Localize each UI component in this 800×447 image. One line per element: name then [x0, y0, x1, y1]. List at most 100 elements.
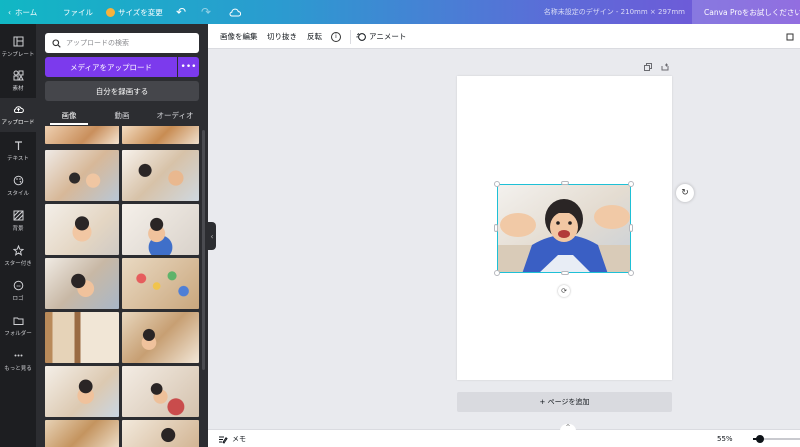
rail-label: スター付き — [4, 261, 32, 267]
image-thumbnail[interactable] — [122, 366, 199, 417]
image-thumbnail[interactable] — [122, 258, 199, 309]
duplicate-page-icon[interactable] — [644, 63, 652, 73]
top-bar: ‹ ホーム ファイル サイズを変更 ↶ ↷ 名称未設定のデザイン - 210mm… — [0, 0, 800, 24]
chevron-left-icon: ‹ — [210, 231, 214, 241]
resize-handle-top[interactable] — [561, 181, 569, 185]
edit-image-button[interactable]: 画像を編集 — [220, 24, 258, 49]
folder-icon — [13, 317, 23, 325]
image-thumbnail[interactable] — [122, 150, 199, 201]
tab-videos[interactable]: 動画 — [98, 106, 146, 124]
rotate-handle-icon[interactable]: ⟳ — [558, 285, 570, 297]
selected-photo[interactable] — [497, 184, 631, 273]
template-icon — [13, 36, 23, 47]
image-thumbnail[interactable] — [45, 204, 119, 255]
add-page-icon[interactable] — [661, 63, 669, 73]
rail-item-upload[interactable]: アップロード — [0, 98, 36, 132]
search-icon — [52, 38, 61, 48]
rail-label: 背景 — [12, 226, 24, 232]
rail-item-starred[interactable]: スター付き — [0, 239, 36, 273]
rail-label: 素材 — [12, 86, 24, 92]
left-rail: テンプレート 素材 アップロード テキスト スタイル 背景 スター付き co ロ — [0, 24, 36, 447]
resize-handle-bottom[interactable] — [561, 271, 569, 275]
rail-label: テキスト — [7, 156, 29, 162]
image-thumbnail[interactable] — [45, 150, 119, 201]
resize-handle-left[interactable] — [494, 224, 498, 232]
zoom-slider-knob[interactable] — [756, 435, 764, 443]
animate-button[interactable]: アニメート — [356, 24, 406, 49]
image-thumbnail[interactable] — [122, 312, 199, 363]
collapse-panel-button[interactable]: ‹ — [208, 222, 216, 250]
rail-item-template[interactable]: テンプレート — [0, 30, 36, 64]
resize-handle-bottom-right[interactable] — [628, 270, 634, 276]
rail-label: テンプレート — [1, 52, 35, 58]
chevron-up-icon[interactable]: ^ — [560, 424, 576, 431]
image-thumbnail[interactable] — [45, 258, 119, 309]
active-tab-indicator — [50, 123, 88, 125]
image-thumbnail[interactable] — [45, 366, 119, 417]
upload-options-button[interactable]: ••• — [178, 57, 199, 77]
animate-icon — [356, 32, 366, 41]
child-photo — [498, 185, 630, 272]
animate-label: アニメート — [369, 32, 407, 41]
rail-item-style[interactable]: スタイル — [0, 169, 36, 203]
panel-scrollbar[interactable] — [202, 130, 205, 370]
media-tabs: 画像 動画 オーディオ — [45, 106, 199, 124]
try-pro-button[interactable]: Canva Proをお試しください — [692, 0, 800, 24]
home-label: ホーム — [15, 7, 38, 17]
image-thumbnail[interactable] — [122, 126, 199, 144]
upload-media-button[interactable]: メディアをアップロード — [45, 57, 177, 77]
star-icon — [12, 245, 24, 256]
zoom-percent[interactable]: 55% — [717, 430, 733, 447]
notes-label: メモ — [232, 435, 246, 443]
tab-audio[interactable]: オーディオ — [151, 106, 199, 124]
resize-handle-top-left[interactable] — [494, 181, 500, 187]
flip-button[interactable]: 反転 — [307, 24, 322, 49]
undo-icon[interactable]: ↶ — [176, 0, 186, 24]
image-thumbnail[interactable] — [45, 312, 119, 363]
resize-handle-right[interactable] — [629, 224, 633, 232]
home-button[interactable]: ‹ ホーム — [8, 0, 37, 24]
chevron-left-icon: ‹ — [8, 7, 11, 17]
palette-icon — [13, 175, 23, 186]
image-thumbnail[interactable] — [45, 126, 119, 144]
rail-label: もっと見る — [4, 366, 32, 372]
tab-images[interactable]: 画像 — [45, 106, 93, 124]
zoom-slider[interactable] — [753, 435, 800, 443]
svg-text:co: co — [16, 284, 20, 288]
info-button[interactable]: i — [331, 24, 341, 49]
resize-button[interactable]: サイズを変更 — [106, 0, 163, 24]
resize-handle-bottom-left[interactable] — [494, 270, 500, 276]
rail-item-more[interactable]: もっと見る — [0, 344, 36, 378]
toolbar-divider — [350, 30, 351, 44]
add-page-button[interactable]: + ページを追加 — [457, 392, 672, 412]
image-grid — [45, 126, 199, 447]
more-dots-icon — [14, 354, 22, 357]
notes-button[interactable]: メモ — [218, 430, 246, 447]
notes-icon — [219, 436, 228, 444]
rail-item-logo[interactable]: co ロゴ — [0, 274, 36, 308]
redo-icon[interactable]: ↷ — [201, 0, 211, 24]
text-icon — [14, 141, 22, 150]
search-input[interactable]: アップロードの検索 — [45, 33, 199, 53]
pro-label: Canva Proをお試しください — [704, 7, 800, 17]
file-menu[interactable]: ファイル — [63, 0, 93, 24]
record-yourself-button[interactable]: 自分を録画する — [45, 81, 199, 101]
refresh-icon[interactable]: ↻ — [676, 184, 694, 202]
rail-item-folder[interactable]: フォルダー — [0, 309, 36, 343]
rail-item-elements[interactable]: 素材 — [0, 64, 36, 98]
context-toolbar: 画像を編集 切り抜き 反転 i アニメート — [208, 24, 800, 49]
design-title[interactable]: 名称未設定のデザイン - 210mm × 297mm — [535, 0, 685, 24]
image-thumbnail[interactable] — [122, 204, 199, 255]
cloud-save-icon[interactable] — [229, 0, 241, 24]
resize-handle-top-right[interactable] — [628, 181, 634, 187]
resize-label: サイズを変更 — [118, 7, 163, 17]
crown-icon — [106, 7, 115, 17]
image-thumbnail[interactable] — [45, 420, 119, 447]
crop-button[interactable]: 切り抜き — [267, 24, 297, 49]
rail-label: フォルダー — [4, 331, 32, 337]
rail-item-text[interactable]: テキスト — [0, 134, 36, 168]
image-thumbnail[interactable] — [122, 420, 199, 447]
toolbar-overflow-icon[interactable] — [786, 24, 798, 49]
rail-item-background[interactable]: 背景 — [0, 204, 36, 238]
uploads-panel: アップロードの検索 メディアをアップロード ••• 自分を録画する 画像 動画 … — [36, 24, 208, 447]
